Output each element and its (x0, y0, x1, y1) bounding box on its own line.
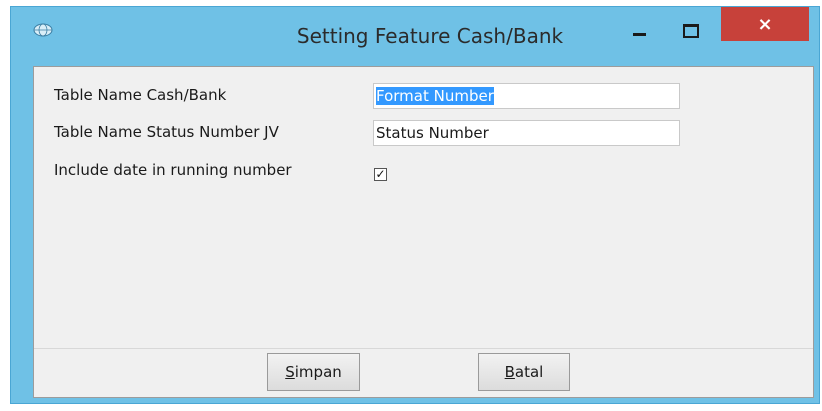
cancel-button-mnemonic: B (504, 363, 515, 381)
save-button-label: impan (294, 363, 342, 381)
cash-bank-value: Format Number (376, 87, 494, 105)
cancel-button[interactable]: Batal (478, 353, 570, 391)
close-icon: × (757, 13, 773, 35)
include-date-checkbox[interactable]: ✓ (374, 168, 387, 181)
save-button-mnemonic: S (285, 363, 295, 381)
cancel-button-label: atal (514, 363, 544, 381)
button-bar: Simpan Batal (34, 348, 813, 397)
minimize-icon[interactable] (625, 19, 655, 43)
save-button[interactable]: Simpan (267, 353, 360, 391)
cash-bank-label: Table Name Cash/Bank (54, 86, 227, 104)
status-number-input[interactable]: Status Number (373, 120, 680, 146)
close-button[interactable]: × (721, 7, 809, 41)
window: Setting Feature Cash/Bank × Table Name C… (10, 6, 820, 404)
include-date-label: Include date in running number (54, 161, 292, 179)
cash-bank-input[interactable]: Format Number (373, 83, 680, 109)
maximize-icon[interactable] (675, 19, 705, 43)
checkmark-icon: ✓ (375, 167, 386, 181)
form-panel: Table Name Cash/Bank Format Number Table… (33, 66, 814, 398)
status-number-value: Status Number (376, 124, 489, 142)
status-number-label: Table Name Status Number JV (54, 123, 279, 141)
title-bar[interactable]: Setting Feature Cash/Bank × (11, 7, 819, 65)
